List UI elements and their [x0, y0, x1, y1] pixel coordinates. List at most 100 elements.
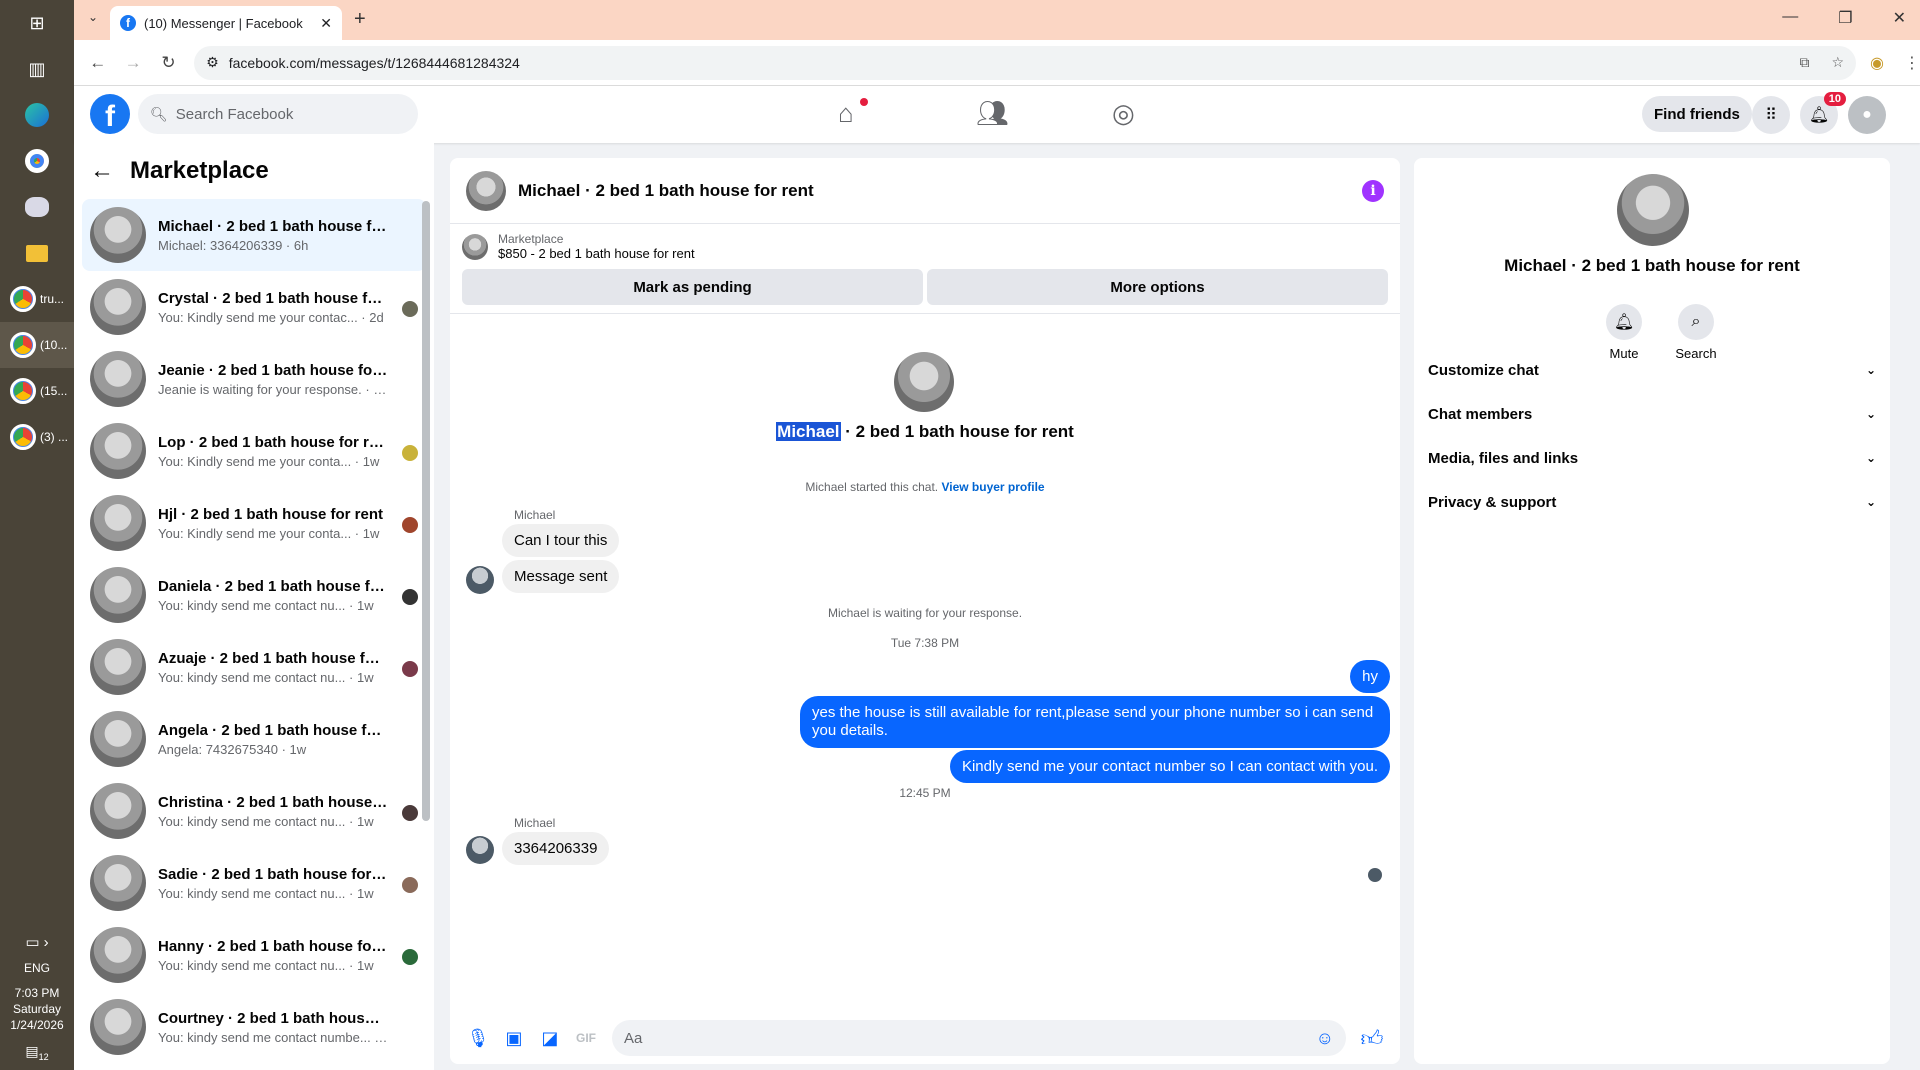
browser-menu-icon[interactable]: ⋮: [1904, 53, 1920, 73]
outgoing-message[interactable]: Kindly send me your contact number so I …: [949, 750, 1390, 783]
thumbs-up-icon[interactable]: 👍︎: [1354, 1025, 1390, 1052]
conversation-item[interactable]: Hjl · 2 bed 1 bath house for rent You: Ki…: [82, 487, 426, 559]
listing-thumbnail[interactable]: [462, 233, 488, 260]
conversation-text: Daniela · 2 bed 1 bath house for rent You…: [158, 578, 388, 613]
close-window-icon[interactable]: ✕: [1893, 8, 1906, 28]
notification-center-icon[interactable]: ▤12: [25, 1043, 48, 1062]
bookmark-star-icon[interactable]: ☆: [1831, 54, 1844, 71]
reload-icon[interactable]: ↻: [151, 53, 186, 73]
conversation-item[interactable]: Sadie · 2 bed 1 bath house for rent You: …: [82, 847, 426, 919]
window-controls: — ❐ ✕: [1782, 8, 1906, 28]
windows-start-icon[interactable]: ⊞: [0, 0, 74, 46]
chat-avatar[interactable]: [466, 170, 506, 211]
outgoing-message[interactable]: hy: [1350, 660, 1390, 693]
taskbar-tray: ▭ › ENG 7:03 PM Saturday 1/24/2026 ▤12: [0, 933, 74, 1070]
chevron-down-icon: ⌄: [1865, 451, 1876, 465]
emoji-icon[interactable]: ☺: [1316, 1028, 1334, 1049]
photo-icon[interactable]: ▣: [496, 1028, 532, 1049]
more-options-button[interactable]: More options: [927, 269, 1388, 305]
incoming-message[interactable]: Message sent: [502, 560, 620, 593]
profile-icon[interactable]: ◉: [1870, 53, 1884, 73]
edge-icon[interactable]: [0, 92, 74, 138]
intro-avatar: [894, 352, 954, 412]
chat-members-section[interactable]: Chat members ⌄: [1428, 392, 1876, 436]
conversation-item[interactable]: Courtney · 2 bed 1 bath house for rent Yo…: [82, 991, 426, 1063]
home-icon[interactable]: ⌂: [838, 98, 854, 129]
chrome-icon[interactable]: [0, 138, 74, 184]
back-arrow-icon[interactable]: ←: [80, 53, 115, 73]
listing-thumbnail: [90, 351, 146, 407]
info-icon[interactable]: i: [1362, 179, 1384, 202]
facebook-search-input[interactable]: 🔍︎ Search Facebook: [138, 94, 418, 134]
conversation-list-pane: ← Marketplace Michael · 2 bed 1 bath hou…: [74, 143, 434, 1070]
message-input[interactable]: Aa ☺: [612, 1020, 1346, 1056]
mark-as-pending-button[interactable]: Mark as pending: [462, 269, 923, 305]
taskbar-app-1[interactable]: tru...: [0, 276, 74, 322]
sender-avatar[interactable]: [466, 566, 494, 594]
forward-arrow-icon[interactable]: →: [115, 53, 150, 73]
conversation-item[interactable]: Lop · 2 bed 1 bath house for rent You: Ki…: [82, 415, 426, 487]
chevron-down-icon: ⌄: [1865, 495, 1876, 509]
conversation-item[interactable]: Hanny · 2 bed 1 bath house for rent You: …: [82, 919, 426, 991]
back-arrow-icon[interactable]: ←: [90, 157, 114, 185]
paint-icon[interactable]: [0, 184, 74, 230]
taskbar-app-4[interactable]: (3) ...: [0, 414, 74, 460]
close-tab-icon[interactable]: ✕: [320, 15, 332, 32]
minimize-icon[interactable]: —: [1782, 8, 1798, 28]
microphone-icon[interactable]: 🎙︎: [460, 1028, 496, 1049]
sender-avatar[interactable]: [466, 836, 494, 864]
conversation-item[interactable]: Angela · 2 bed 1 bath house for rent Ange…: [82, 703, 426, 775]
groups-icon[interactable]: ◎: [1112, 98, 1135, 129]
conversation-item[interactable]: Michael · 2 bed 1 bath house for rent Mic…: [82, 199, 426, 271]
taskbar-app-3[interactable]: (15...: [0, 368, 74, 414]
conversation-text: Michael · 2 bed 1 bath house for rent Mic…: [158, 218, 388, 253]
conversation-text: Lop · 2 bed 1 bath house for rent You: Ki…: [158, 434, 388, 469]
customize-chat-section[interactable]: Customize chat ⌄: [1428, 348, 1876, 392]
install-app-icon[interactable]: ⧉: [1799, 54, 1809, 71]
task-view-icon[interactable]: ▥: [0, 46, 74, 92]
conversation-item[interactable]: Azuaje · 2 bed 1 bath house for rent You:…: [82, 631, 426, 703]
conversation-item[interactable]: Daniela · 2 bed 1 bath house for rent You…: [82, 559, 426, 631]
facebook-logo-icon[interactable]: f: [90, 94, 130, 134]
friends-icon[interactable]: 👥︎: [976, 98, 1009, 129]
conversation-list-scrollbar[interactable]: [422, 201, 430, 821]
tray-overflow-icon[interactable]: ▭ ›: [25, 933, 48, 951]
details-avatar[interactable]: [1617, 174, 1689, 246]
conversation-name: Crystal · 2 bed 1 bath house for rent: [158, 289, 388, 307]
account-avatar[interactable]: ●: [1848, 96, 1886, 134]
taskbar-app-label: (3) ...: [40, 430, 69, 444]
restore-icon[interactable]: ❐: [1838, 8, 1852, 28]
conversation-item[interactable]: Christina · 2 bed 1 bath house for rent Y…: [82, 775, 426, 847]
view-buyer-profile-link[interactable]: View buyer profile: [941, 480, 1044, 494]
taskbar-app-2[interactable]: (10...: [0, 322, 74, 368]
chat-title[interactable]: Michael · 2 bed 1 bath house for rent: [518, 181, 814, 201]
chrome-icon: [10, 286, 36, 312]
gif-icon[interactable]: GIF: [568, 1031, 604, 1045]
incoming-message[interactable]: 3364206339: [502, 832, 610, 865]
tab-search-chevron-icon[interactable]: ⌄: [88, 10, 98, 24]
site-info-icon[interactable]: ⚙: [206, 54, 219, 71]
language-indicator[interactable]: ENG: [24, 961, 50, 975]
address-bar[interactable]: ⚙ facebook.com/messages/t/12684446812843…: [194, 45, 1857, 80]
conversation-item[interactable]: Crystal · 2 bed 1 bath house for rent You…: [82, 271, 426, 343]
facebook-favicon-icon: f: [120, 15, 136, 31]
outgoing-message[interactable]: yes the house is still available for ren…: [800, 696, 1390, 748]
new-tab-icon[interactable]: +: [354, 8, 366, 31]
buyer-mini-avatar: [402, 949, 418, 965]
incoming-message[interactable]: Can I tour this: [502, 524, 620, 557]
sticker-icon[interactable]: ◪: [532, 1028, 568, 1049]
find-friends-button[interactable]: Find friends: [1642, 96, 1752, 132]
clock[interactable]: 7:03 PM Saturday 1/24/2026: [10, 985, 63, 1033]
menu-grid-icon[interactable]: ⠿: [1752, 96, 1790, 134]
conversation-item[interactable]: Jeanie · 2 bed 1 bath house for rent Jean…: [82, 343, 426, 415]
section-label: Media, files and links: [1428, 449, 1579, 467]
chevron-down-icon: ⌄: [1865, 363, 1876, 377]
browser-tab-messenger[interactable]: f (10) Messenger | Facebook ✕: [110, 6, 342, 40]
privacy-support-section[interactable]: Privacy & support ⌄: [1428, 480, 1876, 524]
message-input-placeholder: Aa: [624, 1029, 643, 1047]
browser-toolbar: ← → ↻ ⚙ facebook.com/messages/t/12684446…: [74, 40, 1920, 86]
notifications-bell-icon[interactable]: 🔔︎ 10: [1800, 92, 1846, 134]
file-explorer-icon[interactable]: [0, 230, 74, 276]
media-files-links-section[interactable]: Media, files and links ⌄: [1428, 436, 1876, 480]
listing-price-title[interactable]: $850 - 2 bed 1 bath house for rent: [498, 246, 695, 261]
